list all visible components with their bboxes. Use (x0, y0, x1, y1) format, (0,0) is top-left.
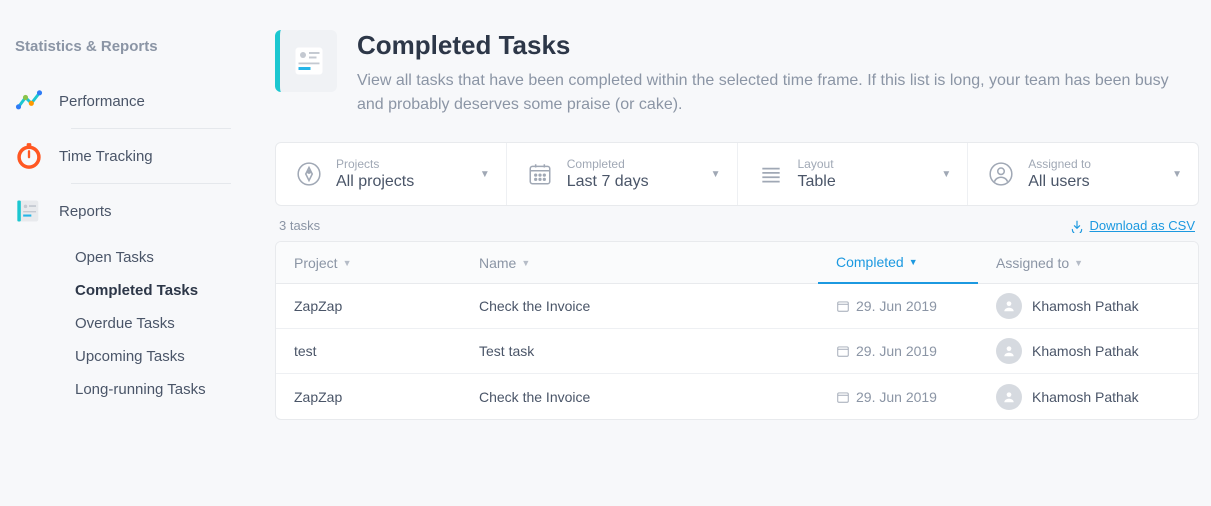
divider (71, 128, 231, 129)
rocket-icon (292, 157, 326, 191)
filter-label: Assigned to (1028, 157, 1172, 171)
sidebar-title: Statistics & Reports (15, 38, 255, 55)
sort-arrow-icon: ▼ (909, 257, 918, 267)
filter-projects[interactable]: Projects All projects ▼ (276, 143, 507, 205)
cell-assigned: Khamosh Pathak (978, 384, 1198, 410)
subnav-completed-tasks[interactable]: Completed Tasks (75, 274, 255, 307)
cell-completed: 29. Jun 2019 (818, 389, 978, 405)
filter-value: All users (1028, 173, 1172, 191)
download-csv-link[interactable]: Download as CSV (1070, 218, 1196, 233)
th-project[interactable]: Project▼ (276, 255, 461, 271)
table-row[interactable]: ZapZap Check the Invoice 29. Jun 2019 Kh… (276, 374, 1198, 419)
filter-completed[interactable]: Completed Last 7 days ▼ (507, 143, 738, 205)
cell-project: ZapZap (276, 389, 461, 405)
chevron-down-icon: ▼ (941, 169, 951, 180)
page-description: View all tasks that have been completed … (357, 69, 1197, 117)
chevron-down-icon: ▼ (711, 169, 721, 180)
subnav-overdue-tasks[interactable]: Overdue Tasks (75, 307, 255, 340)
table-row[interactable]: ZapZap Check the Invoice 29. Jun 2019 Kh… (276, 284, 1198, 329)
sort-arrow-icon: ▼ (521, 258, 530, 268)
sort-arrow-icon: ▼ (1074, 258, 1083, 268)
filter-value: Last 7 days (567, 173, 711, 191)
filter-value: Table (798, 173, 942, 191)
chevron-down-icon: ▼ (480, 169, 490, 180)
subnav-long-running-tasks[interactable]: Long-running Tasks (75, 373, 255, 406)
page-title: Completed Tasks (357, 30, 1197, 61)
cell-completed: 29. Jun 2019 (818, 298, 978, 314)
sort-arrow-icon: ▼ (343, 258, 352, 268)
subnav-upcoming-tasks[interactable]: Upcoming Tasks (75, 340, 255, 373)
subnav: Open Tasks Completed Tasks Overdue Tasks… (75, 241, 255, 406)
th-name[interactable]: Name▼ (461, 255, 818, 271)
document-icon (15, 197, 59, 225)
cell-assigned: Khamosh Pathak (978, 338, 1198, 364)
filters-bar: Projects All projects ▼ Completed Last 7… (275, 142, 1199, 206)
sidebar-item-label: Time Tracking (59, 148, 153, 165)
sidebar-item-reports[interactable]: Reports (15, 187, 255, 235)
th-assigned[interactable]: Assigned to▼ (978, 255, 1198, 271)
task-count: 3 tasks (279, 218, 320, 233)
stopwatch-icon (15, 142, 59, 170)
sidebar-item-time-tracking[interactable]: Time Tracking (15, 132, 255, 180)
list-icon (754, 157, 788, 191)
subnav-open-tasks[interactable]: Open Tasks (75, 241, 255, 274)
chart-line-icon (15, 87, 59, 115)
sidebar: Statistics & Reports Performance Time Tr… (0, 0, 255, 506)
cell-name: Test task (461, 343, 818, 359)
table-row[interactable]: test Test task 29. Jun 2019 Khamosh Path… (276, 329, 1198, 374)
filter-label: Completed (567, 157, 711, 171)
filter-label: Projects (336, 157, 480, 171)
download-icon (1070, 219, 1084, 233)
calendar-icon (523, 157, 557, 191)
csv-label: Download as CSV (1090, 218, 1196, 233)
user-icon (984, 157, 1018, 191)
cell-name: Check the Invoice (461, 389, 818, 405)
sidebar-item-label: Performance (59, 93, 145, 110)
cell-project: test (276, 343, 461, 359)
sidebar-item-label: Reports (59, 203, 112, 220)
cell-project: ZapZap (276, 298, 461, 314)
report-icon (275, 30, 337, 92)
meta-row: 3 tasks Download as CSV (279, 218, 1195, 233)
calendar-icon (836, 344, 850, 358)
th-completed[interactable]: Completed▼ (818, 242, 978, 284)
table-header: Project▼ Name▼ Completed▼ Assigned to▼ (276, 242, 1198, 284)
calendar-icon (836, 299, 850, 313)
filter-value: All projects (336, 173, 480, 191)
tasks-table: Project▼ Name▼ Completed▼ Assigned to▼ Z… (275, 241, 1199, 420)
filter-assigned[interactable]: Assigned to All users ▼ (968, 143, 1198, 205)
filter-layout[interactable]: Layout Table ▼ (738, 143, 969, 205)
cell-completed: 29. Jun 2019 (818, 343, 978, 359)
calendar-icon (836, 390, 850, 404)
avatar (996, 293, 1022, 319)
avatar (996, 384, 1022, 410)
filter-label: Layout (798, 157, 942, 171)
main-content: Completed Tasks View all tasks that have… (255, 0, 1211, 506)
chevron-down-icon: ▼ (1172, 169, 1182, 180)
avatar (996, 338, 1022, 364)
cell-name: Check the Invoice (461, 298, 818, 314)
page-header: Completed Tasks View all tasks that have… (275, 30, 1199, 117)
cell-assigned: Khamosh Pathak (978, 293, 1198, 319)
divider (71, 183, 231, 184)
sidebar-item-performance[interactable]: Performance (15, 77, 255, 125)
